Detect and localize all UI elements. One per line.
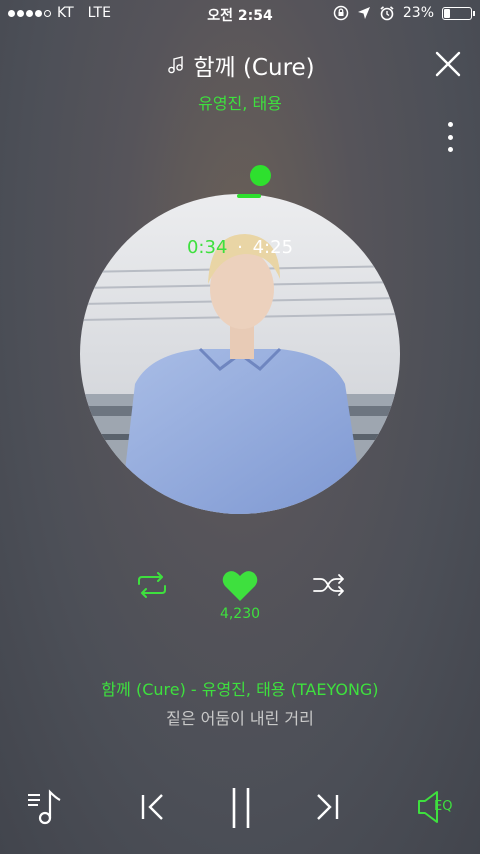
status-bar: KT LTE 오전 2:54 23% [0,0,480,28]
battery-percent: 23% [402,5,434,21]
status-right: 23% [333,5,475,21]
rotation-lock-icon [333,5,349,21]
shuffle-button[interactable] [312,572,346,598]
next-button[interactable] [312,792,342,822]
battery-icon [442,6,475,20]
pause-button[interactable] [228,786,254,830]
total-time: 4:25 [252,237,294,258]
current-lyric[interactable]: 짙은 어둠이 내린 거리 [0,705,480,729]
track-info-line[interactable]: 함께 (Cure) - 유영진, 태용 (TAEYONG) [0,676,480,700]
time-separator: · [237,237,243,258]
more-options-button[interactable] [442,122,458,152]
song-title-row: 함께 (Cure) [165,48,315,82]
eq-label: EQ [434,799,453,814]
progress-handle[interactable] [250,165,271,186]
bottom-controls: EQ [0,780,480,840]
dot [447,134,453,140]
alarm-icon [380,6,394,21]
song-title: 함께 (Cure) [193,55,315,81]
close-button[interactable] [434,50,462,78]
like-count: 4,230 [219,606,261,622]
repeat-button[interactable] [135,572,169,598]
music-note-icon [168,56,184,74]
dot [447,147,453,152]
song-header: 함께 (Cure) 유영진, 태용 [0,48,480,114]
artist-name[interactable]: 유영진, 태용 [0,90,480,114]
playlist-button[interactable] [26,786,66,826]
location-icon [357,7,370,19]
time-display: 0:34 · 4:25 [0,237,480,258]
progress-arc [237,194,261,198]
previous-button[interactable] [138,792,168,822]
equalizer-button[interactable]: EQ [416,790,466,824]
dot [447,122,453,127]
like-button[interactable] [222,570,258,602]
current-time: 0:34 [186,237,228,258]
